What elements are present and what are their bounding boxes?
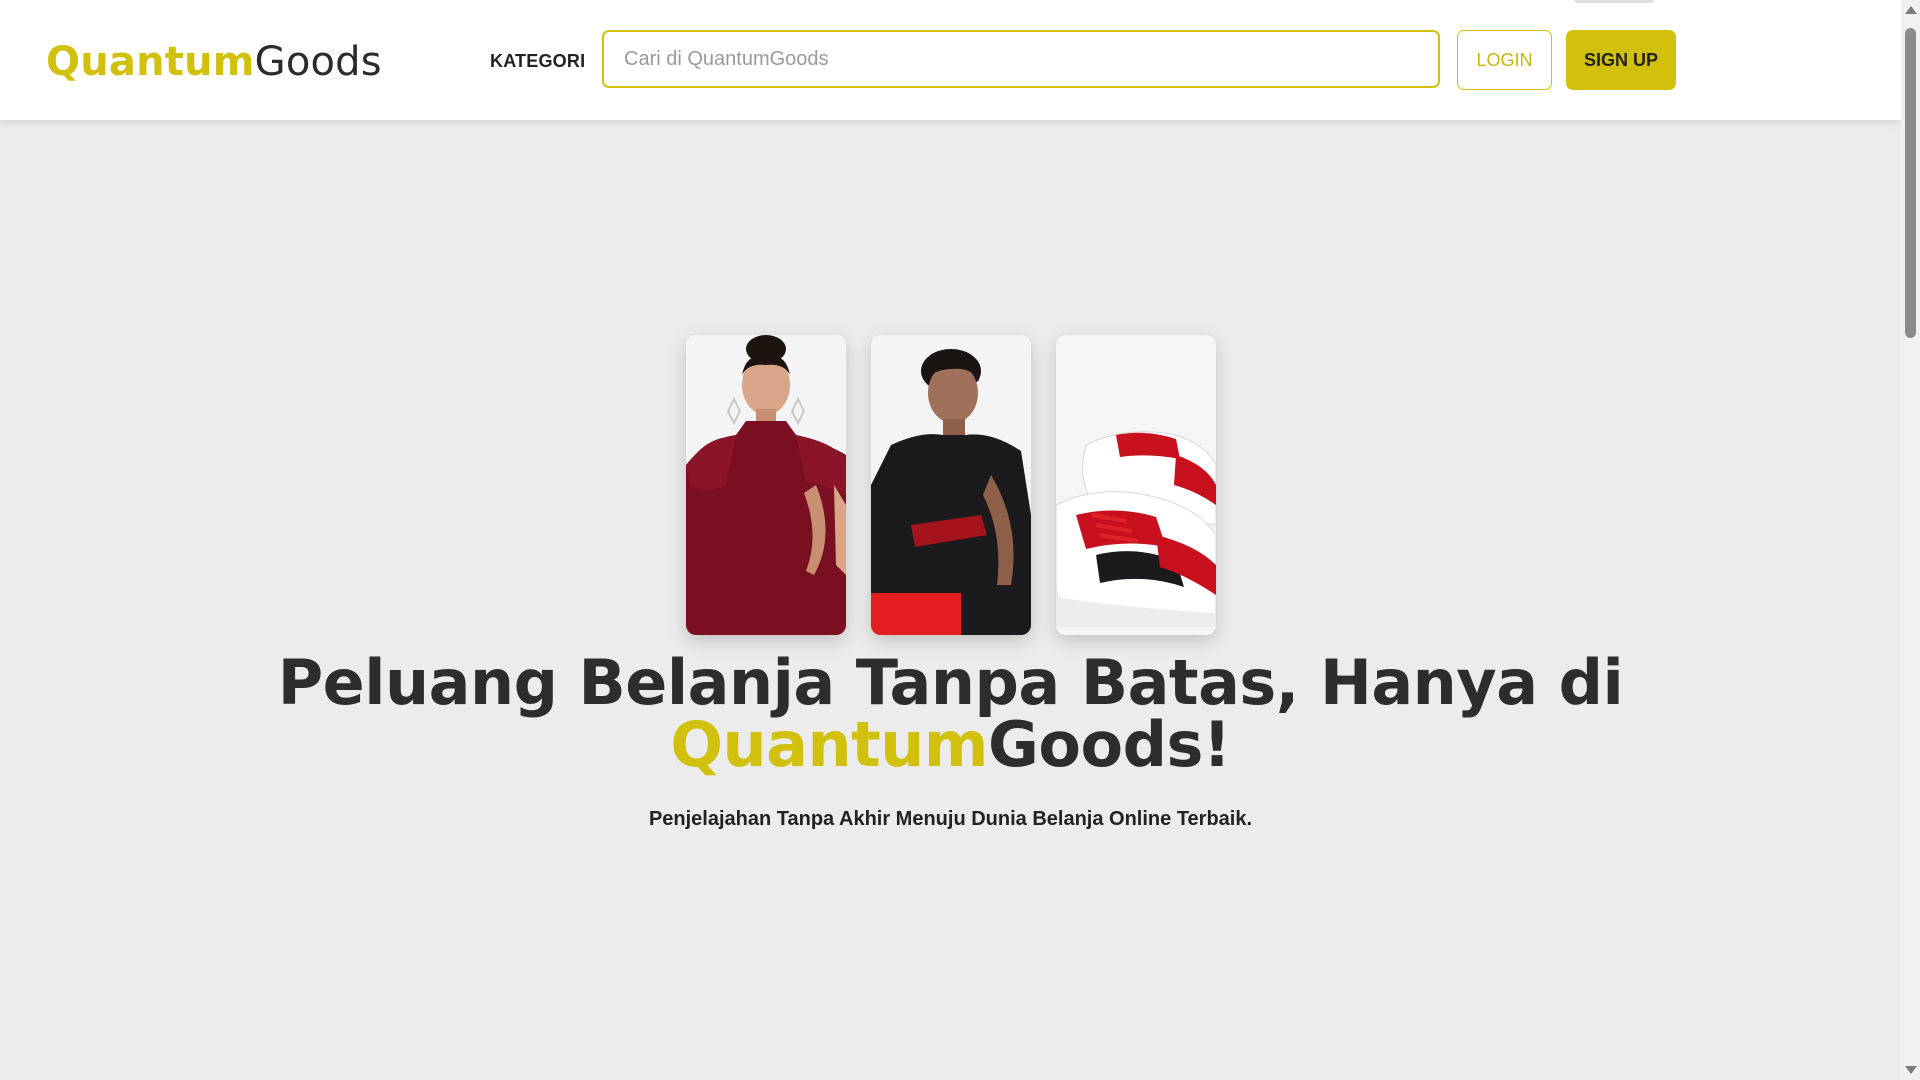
top-tab-handle [1574,0,1654,3]
man-black-tshirt-image [871,335,1031,635]
search-input[interactable] [602,30,1440,88]
kategori-menu[interactable]: KATEGORI [490,50,585,72]
woman-red-dress-image [686,335,846,635]
hero-subtitle: Penjelajahan Tanpa Akhir Menuju Dunia Be… [648,808,1253,830]
hero-title: Peluang Belanja Tanpa Batas, Hanya di Qu… [0,652,1901,776]
hero-title-brand-goods: Goods! [988,708,1231,781]
login-button[interactable]: LOGIN [1457,30,1552,90]
signup-button[interactable]: SIGN UP [1566,30,1676,90]
page: QuantumGoods KATEGORI LOGIN SIGN UP [0,0,1920,1080]
vertical-scrollbar[interactable] [1901,0,1920,1080]
logo-part-quantum: Quantum [46,39,255,85]
logo[interactable]: QuantumGoods [46,38,382,86]
scroll-up-arrow-icon[interactable] [1905,6,1917,14]
hero-title-brand-quantum: Quantum [670,708,989,781]
scroll-thumb[interactable] [1905,28,1916,338]
red-sneakers-image [1056,335,1216,635]
scroll-down-arrow-icon[interactable] [1905,1066,1917,1074]
logo-part-goods: Goods [254,39,382,85]
navbar: QuantumGoods KATEGORI LOGIN SIGN UP [0,0,1901,120]
